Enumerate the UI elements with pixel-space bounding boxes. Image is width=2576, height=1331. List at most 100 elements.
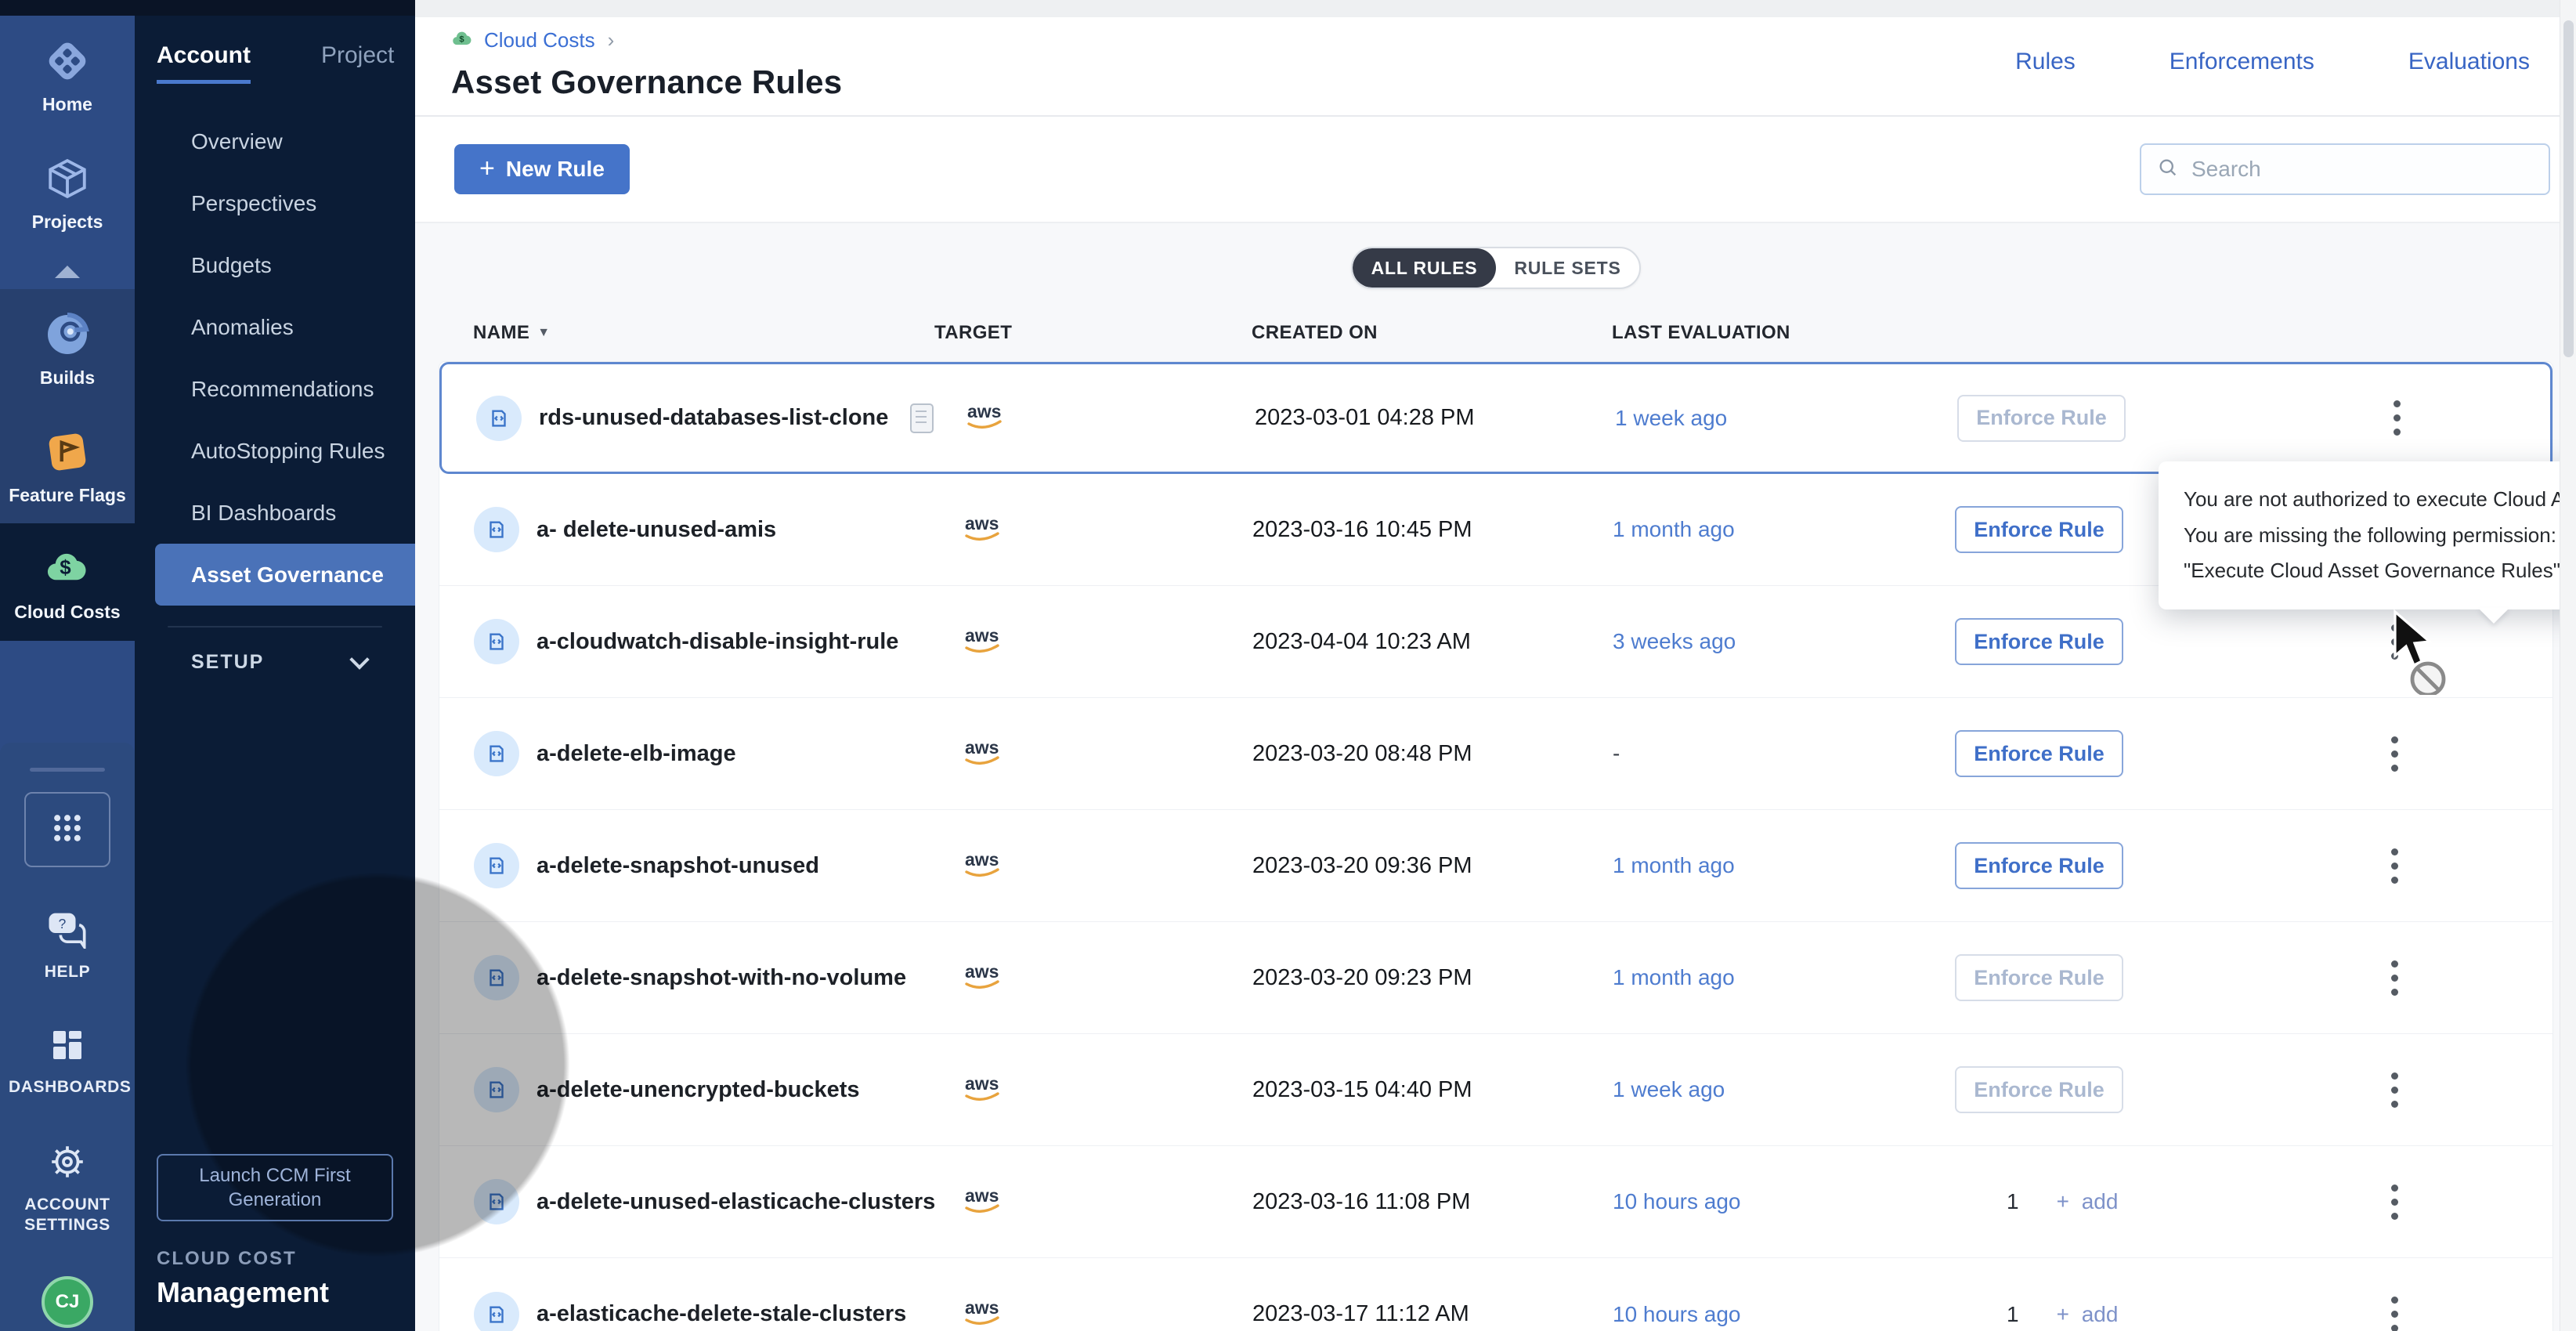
sidebar-item-autostopping-rules[interactable]: AutoStopping Rules: [135, 420, 415, 482]
last-evaluation-link[interactable]: 1 week ago: [1609, 406, 1957, 431]
column-header-last-evaluation: LAST EVALUATION: [1606, 322, 1954, 344]
last-evaluation-link[interactable]: 1 month ago: [1606, 965, 1955, 990]
rule-icon: [474, 1292, 519, 1331]
toggle-rule-sets[interactable]: RULE SETS: [1496, 248, 1639, 288]
rule-name-cell: a-elasticache-delete-stale-clusters: [439, 1292, 929, 1331]
rail-item-account-settings[interactable]: ACCOUNT SETTINGS: [9, 1142, 126, 1236]
enforce-rule-button[interactable]: Enforce Rule: [1955, 618, 2123, 665]
vertical-scrollbar[interactable]: [2560, 0, 2576, 1331]
svg-text:$: $: [60, 558, 70, 580]
rail-collapse-caret[interactable]: [0, 250, 135, 289]
enforce-rule-button[interactable]: Enforce Rule: [1955, 506, 2123, 553]
copy-icon[interactable]: [910, 403, 934, 433]
table-row[interactable]: a-delete-snapshot-with-no-volume aws 202…: [439, 922, 2553, 1034]
kebab-menu-icon[interactable]: [2389, 1072, 2400, 1108]
kebab-menu-icon[interactable]: [2389, 960, 2400, 996]
tab-account[interactable]: Account: [157, 42, 251, 84]
kebab-menu-icon[interactable]: [2389, 624, 2400, 660]
rail-item-feature-flags[interactable]: Feature Flags: [0, 407, 135, 524]
created-on: 2023-03-15 04:40 PM: [1246, 1077, 1606, 1103]
rail-bottom-section: ? HELP DASHBOARDS ACCOUNT SETTINGS CJ: [0, 743, 135, 1331]
rail-item-projects[interactable]: Projects: [0, 133, 135, 251]
grid-icon: [50, 811, 85, 849]
enforce-rule-button[interactable]: Enforce Rule: [1957, 395, 2126, 442]
main-content: $ Cloud Costs › Asset Governance Rules R…: [415, 0, 2576, 1331]
nav-link-rules[interactable]: Rules: [2015, 49, 2076, 75]
table-row[interactable]: rds-unused-databases-list-clone aws 2023…: [439, 362, 2553, 474]
module-sidebar: Account Project OverviewPerspectivesBudg…: [135, 0, 415, 1331]
search-box: [2140, 143, 2550, 195]
aws-logo-icon: aws: [960, 758, 1006, 772]
aws-logo-icon: aws: [960, 534, 1006, 548]
module-switcher-button[interactable]: [24, 792, 110, 867]
rule-name: rds-unused-databases-list-clone: [539, 405, 888, 431]
rail-item-dashboards[interactable]: DASHBOARDS: [9, 1026, 126, 1098]
row-menu-cell: [2350, 848, 2553, 884]
kebab-menu-icon[interactable]: [2389, 848, 2400, 884]
svg-text:aws: aws: [965, 1297, 999, 1318]
last-evaluation-link[interactable]: 1 week ago: [1606, 1077, 1955, 1102]
last-evaluation-link[interactable]: 10 hours ago: [1606, 1189, 1955, 1214]
sidebar-item-anomalies[interactable]: Anomalies: [135, 296, 415, 358]
search-input[interactable]: [2191, 157, 2533, 182]
rail-item-label: HELP: [45, 962, 90, 982]
scrollbar-thumb[interactable]: [2563, 20, 2574, 357]
toggle-all-rules[interactable]: ALL RULES: [1353, 248, 1496, 288]
target-cell: aws: [929, 1072, 1246, 1109]
rule-name-cell: a-delete-unencrypted-buckets: [439, 1067, 929, 1112]
svg-text:aws: aws: [965, 1073, 999, 1094]
enforce-rule-button[interactable]: Enforce Rule: [1955, 730, 2123, 777]
cloud-costs-icon: $: [451, 28, 475, 52]
rail-item-help[interactable]: ? HELP: [45, 911, 90, 982]
kebab-menu-icon[interactable]: [2389, 1185, 2400, 1220]
rule-name-cell: a-delete-elb-image: [439, 731, 929, 776]
last-evaluation-link[interactable]: 10 hours ago: [1606, 1302, 1955, 1327]
kebab-menu-icon[interactable]: [2389, 1297, 2400, 1331]
table-row[interactable]: a-delete-snapshot-unused aws 2023-03-20 …: [439, 810, 2553, 922]
sidebar-item-bi-dashboards[interactable]: BI Dashboards: [135, 482, 415, 544]
kebab-menu-icon[interactable]: [2389, 736, 2400, 772]
rail-item-cloud-costs[interactable]: $ Cloud Costs: [0, 523, 135, 641]
rule-name: a-cloudwatch-disable-insight-rule: [537, 629, 898, 655]
sidebar-item-overview[interactable]: Overview: [135, 110, 415, 172]
new-rule-button[interactable]: + New Rule: [454, 144, 630, 194]
last-evaluation-link[interactable]: 3 weeks ago: [1606, 629, 1955, 654]
rail-item-builds[interactable]: Builds: [0, 289, 135, 407]
table-row[interactable]: a-elasticache-delete-stale-clusters aws …: [439, 1258, 2553, 1331]
rules-toggle: ALL RULES RULE SETS: [1351, 247, 1641, 289]
last-evaluation-link[interactable]: 1 month ago: [1606, 853, 1955, 878]
breadcrumb-cloud-costs[interactable]: Cloud Costs: [484, 28, 595, 52]
kebab-menu-icon[interactable]: [2391, 400, 2402, 436]
last-evaluation-link[interactable]: 1 month ago: [1606, 517, 1955, 542]
add-enforcement-link[interactable]: + add: [2057, 1189, 2119, 1214]
rule-icon: [474, 619, 519, 664]
table-row[interactable]: a-delete-unencrypted-buckets aws 2023-03…: [439, 1034, 2553, 1146]
nav-link-enforcements[interactable]: Enforcements: [2170, 49, 2314, 75]
cloud-costs-icon: $: [42, 544, 92, 594]
sidebar-item-recommendations[interactable]: Recommendations: [135, 358, 415, 420]
rule-name: a-delete-snapshot-with-no-volume: [537, 965, 906, 991]
setup-section-toggle[interactable]: SETUP: [135, 628, 415, 674]
launch-ccm-first-gen-button[interactable]: Launch CCM First Generation: [157, 1154, 393, 1221]
created-on: 2023-04-04 10:23 AM: [1246, 629, 1606, 655]
rail-item-home[interactable]: Home: [0, 16, 135, 133]
table-row[interactable]: a-delete-unused-elasticache-clusters aws…: [439, 1146, 2553, 1258]
enforce-rule-button[interactable]: Enforce Rule: [1955, 842, 2123, 889]
column-header-name[interactable]: NAME ▼: [439, 322, 928, 344]
enforce-rule-button[interactable]: Enforce Rule: [1955, 1066, 2123, 1113]
user-avatar[interactable]: CJ: [42, 1276, 93, 1328]
sidebar-item-asset-governance[interactable]: Asset Governance: [155, 544, 415, 606]
enforce-rule-button[interactable]: Enforce Rule: [1955, 954, 2123, 1001]
nav-link-evaluations[interactable]: Evaluations: [2408, 49, 2530, 75]
svg-text:$: $: [459, 35, 464, 45]
sidebar-item-budgets[interactable]: Budgets: [135, 234, 415, 296]
sidebar-item-perspectives[interactable]: Perspectives: [135, 172, 415, 234]
table-row[interactable]: a-delete-elb-image aws 2023-03-20 08:48 …: [439, 698, 2553, 810]
rule-name: a-delete-unused-elasticache-clusters: [537, 1189, 935, 1215]
column-header-target: TARGET: [928, 322, 1245, 344]
aws-logo-icon: aws: [960, 646, 1006, 660]
add-enforcement-link[interactable]: + add: [2057, 1302, 2119, 1327]
target-cell: aws: [929, 848, 1246, 884]
plus-icon: +: [479, 155, 495, 182]
tab-project[interactable]: Project: [321, 42, 394, 84]
